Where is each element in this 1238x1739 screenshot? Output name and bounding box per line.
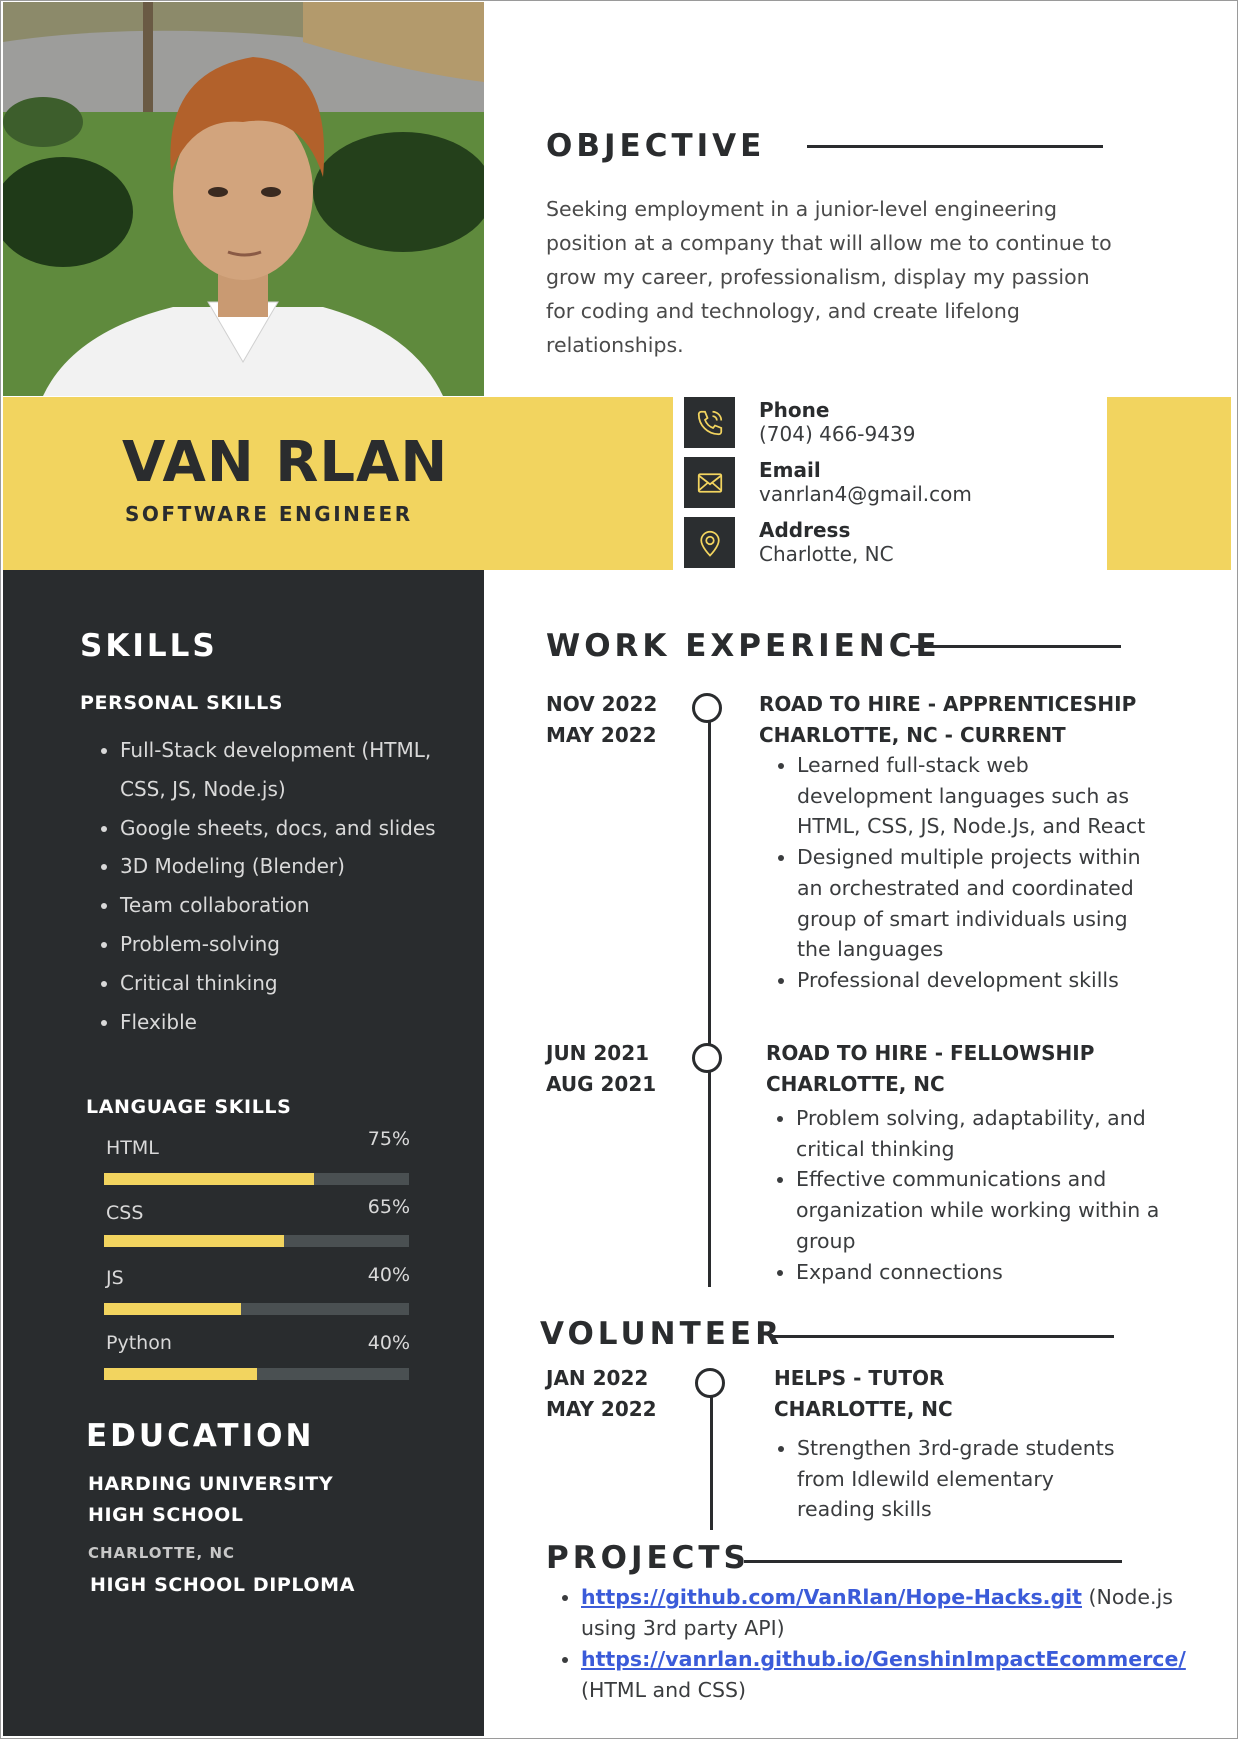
location-pin-icon [684,517,735,568]
job-date-start: JUN 2021 [546,1041,650,1065]
project-description: (HTML and CSS) [581,1678,746,1702]
projects-list: https://github.com/VanRlan/Hope-Hacks.gi… [558,1582,1201,1706]
volunteer-heading: VOLUNTEER [540,1316,783,1352]
email-icon [684,457,735,508]
job-date-end: AUG 2021 [546,1072,657,1096]
school-location: CHARLOTTE, NC [88,1544,236,1562]
job-bullet: Problem solving, adaptability, and criti… [796,1103,1166,1164]
language-percent-css: 65% [367,1196,410,1218]
language-bar-css [104,1235,409,1247]
project-link[interactable]: https://vanrlan.github.io/GenshinImpactE… [581,1647,1186,1671]
language-bar-js [104,1303,409,1315]
personal-skills-heading: PERSONAL SKILLS [80,692,284,714]
degree: HIGH SCHOOL DIPLOMA [90,1574,355,1596]
job-date-start: NOV 2022 [546,692,658,716]
skill-item: Team collaboration [120,886,450,925]
language-bar-fill-python [104,1368,257,1380]
language-percent-python: 40% [367,1332,410,1354]
job-bullets: Learned full-stack web development langu… [771,750,1167,996]
work-timeline [708,720,711,1287]
volunteer-role: HELPS - TUTOR [774,1366,945,1390]
skill-item: Critical thinking [120,964,450,1003]
work-experience-heading: WORK EXPERIENCE [546,628,941,664]
skill-item: Google sheets, docs, and slides [120,809,450,848]
school-name-line1: HARDING UNIVERSITY [88,1473,334,1495]
contact-address-label: Address [759,518,851,542]
job-location: CHARLOTTE, NC - CURRENT [759,723,1066,747]
language-name-html: HTML [106,1137,159,1159]
volunteer-rule [771,1335,1114,1338]
project-item: https://github.com/VanRlan/Hope-Hacks.gi… [581,1582,1201,1644]
contact-email-label: Email [759,458,821,482]
language-name-python: Python [106,1332,172,1354]
volunteer-timeline [710,1395,713,1530]
job-bullets: Problem solving, adaptability, and criti… [770,1103,1166,1287]
skills-heading: SKILLS [80,628,218,664]
job-bullet: Effective communications and organizatio… [796,1164,1166,1256]
language-skills-heading: LANGUAGE SKILLS [86,1096,292,1118]
phone-icon [684,397,735,448]
language-percent-js: 40% [367,1264,410,1286]
contact-phone-value: (704) 466-9439 [759,422,916,446]
language-bar-fill-js [104,1303,242,1315]
volunteer-date-start: JAN 2022 [546,1366,649,1390]
job-location: CHARLOTTE, NC [766,1072,945,1096]
timeline-node [692,693,722,723]
volunteer-bullets: Strengthen 3rd-grade students from Idlew… [771,1433,1127,1525]
profile-photo [3,2,484,396]
project-link[interactable]: https://github.com/VanRlan/Hope-Hacks.gi… [581,1585,1082,1609]
objective-text: Seeking employment in a junior-level eng… [546,197,1112,357]
objective-rule [807,145,1103,148]
volunteer-date-end: MAY 2022 [546,1397,657,1421]
objective-heading: OBJECTIVE [546,128,766,164]
skill-item: Problem-solving [120,925,450,964]
language-percent-html: 75% [367,1128,410,1150]
projects-rule [744,1560,1122,1563]
contact-address-value: Charlotte, NC [759,542,894,566]
contact-email-value[interactable]: vanrlan4@gmail.com [759,482,972,506]
language-name-js: JS [106,1267,124,1289]
personal-skills-list: Full-Stack development (HTML, CSS, JS, N… [98,731,450,1041]
education-heading: EDUCATION [86,1418,315,1454]
project-item: https://vanrlan.github.io/GenshinImpactE… [581,1644,1201,1706]
candidate-title: SOFTWARE ENGINEER [125,502,413,526]
skill-item: 3D Modeling (Blender) [120,847,450,886]
language-name-css: CSS [106,1202,144,1224]
work-experience-rule [910,645,1121,648]
language-bar-fill-css [104,1235,284,1247]
projects-heading: PROJECTS [546,1540,750,1576]
job-bullet: Expand connections [796,1257,1166,1288]
candidate-name: VAN RLAN [122,430,449,495]
timeline-node [695,1368,725,1398]
volunteer-location: CHARLOTTE, NC [774,1397,953,1421]
banner-accent [1107,397,1231,570]
timeline-node [692,1043,722,1073]
language-bar-python [104,1368,409,1380]
language-bar-html [104,1173,409,1185]
job-title: ROAD TO HIRE - FELLOWSHIP [766,1041,1095,1065]
job-bullet: Designed multiple projects within an orc… [797,842,1167,965]
school-name-line2: HIGH SCHOOL [88,1504,244,1526]
job-title: ROAD TO HIRE - APPRENTICESHIP [759,692,1137,716]
job-bullet: Learned full-stack web development langu… [797,750,1167,842]
skill-item: Full-Stack development (HTML, CSS, JS, N… [120,731,450,809]
job-bullet: Professional development skills [797,965,1167,996]
language-bar-fill-html [104,1173,315,1185]
skill-item: Flexible [120,1003,450,1042]
contact-phone-label: Phone [759,398,830,422]
job-date-end: MAY 2022 [546,723,657,747]
volunteer-bullet: Strengthen 3rd-grade students from Idlew… [797,1433,1127,1525]
